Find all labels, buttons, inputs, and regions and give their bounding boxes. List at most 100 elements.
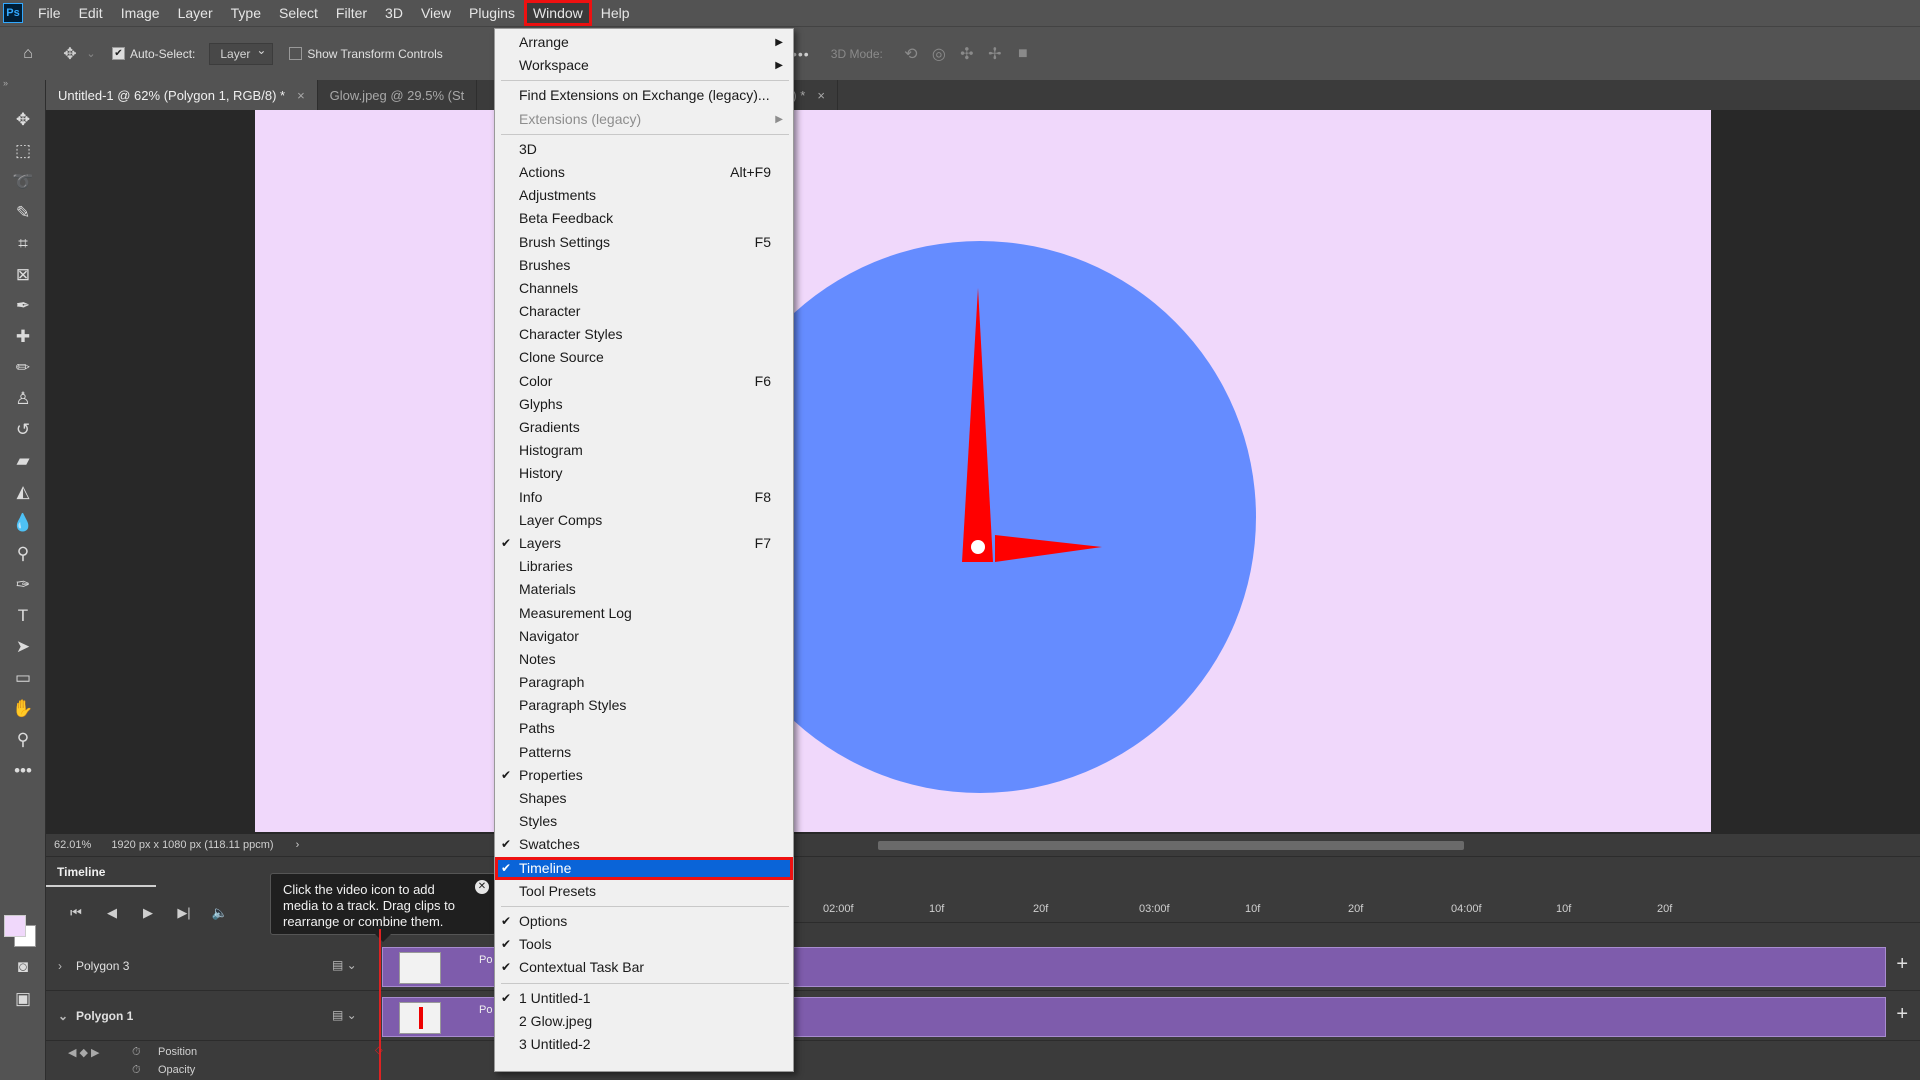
film-strip-icon[interactable]: ▤ ⌄ xyxy=(332,1008,357,1022)
playhead[interactable] xyxy=(379,929,381,1080)
menu-item-navigator[interactable]: Navigator xyxy=(495,625,793,648)
menu-file[interactable]: File xyxy=(29,0,70,26)
menu-item-3d[interactable]: 3D xyxy=(495,138,793,161)
canvas-area[interactable] xyxy=(46,110,1920,834)
stopwatch-icon[interactable]: ⏱ xyxy=(132,1064,141,1077)
menu-item-properties[interactable]: ✔ Properties xyxy=(495,764,793,787)
type-icon[interactable]: T xyxy=(5,601,41,631)
menu-item-paragraph[interactable]: Paragraph xyxy=(495,671,793,694)
menu-item-extensions-legacy[interactable]: Extensions (legacy) ▶ xyxy=(495,108,793,131)
timeline-tab[interactable]: Timeline xyxy=(46,857,156,887)
menu-type[interactable]: Type xyxy=(222,0,270,26)
foreground-color-swatch[interactable] xyxy=(4,915,26,937)
history-brush-icon[interactable]: ↺ xyxy=(5,415,41,445)
horizontal-scrollbar[interactable] xyxy=(878,841,1464,850)
menu-item-3-untitled-2[interactable]: 3 Untitled-2 xyxy=(495,1033,793,1056)
3d-drag-icon[interactable]: ✣ xyxy=(953,40,981,68)
chevron-down-icon[interactable]: ⌄ xyxy=(84,40,98,68)
zoom-icon[interactable]: ⚲ xyxy=(5,725,41,755)
close-icon[interactable]: ✕ xyxy=(475,880,489,894)
marquee-icon[interactable]: ⬚ xyxy=(5,136,41,166)
chevron-down-icon[interactable]: ⌄ xyxy=(58,1009,76,1023)
menu-item-clone-source[interactable]: Clone Source xyxy=(495,346,793,369)
stamp-icon[interactable]: ♙ xyxy=(5,384,41,414)
quick-select-icon[interactable]: ✎ xyxy=(5,198,41,228)
menu-item-timeline[interactable]: ✔ Timeline xyxy=(495,856,793,880)
blur-icon[interactable]: 💧 xyxy=(5,508,41,538)
menu-item-options[interactable]: ✔ Options xyxy=(495,910,793,933)
menu-item-2-glow-jpeg[interactable]: 2 Glow.jpeg xyxy=(495,1010,793,1033)
menu-item-layers[interactable]: ✔ Layers F7 xyxy=(495,532,793,555)
3d-camera-icon[interactable]: ■ xyxy=(1009,40,1037,68)
document-tab[interactable]: Untitled-1 @ 62% (Polygon 1, RGB/8) * × xyxy=(46,80,318,110)
menu-image[interactable]: Image xyxy=(112,0,169,26)
menu-item-tools[interactable]: ✔ Tools xyxy=(495,933,793,956)
menu-item-styles[interactable]: Styles xyxy=(495,810,793,833)
3d-orbit-icon[interactable]: ⟲ xyxy=(897,40,925,68)
menu-item-histogram[interactable]: Histogram xyxy=(495,439,793,462)
move-icon[interactable]: ✥ xyxy=(5,105,41,135)
menu-item-character-styles[interactable]: Character Styles xyxy=(495,323,793,346)
paint-bucket-icon[interactable]: ◭ xyxy=(5,477,41,507)
film-strip-icon[interactable]: ▤ ⌄ xyxy=(332,958,357,972)
menu-item-arrange[interactable]: Arrange ▶ xyxy=(495,31,793,54)
menu-item-1-untitled-1[interactable]: ✔ 1 Untitled-1 xyxy=(495,987,793,1010)
menu-item-glyphs[interactable]: Glyphs xyxy=(495,393,793,416)
rectangle-icon[interactable]: ▭ xyxy=(5,663,41,693)
crop-icon[interactable]: ⌗ xyxy=(5,229,41,259)
menu-item-color[interactable]: Color F6 xyxy=(495,370,793,393)
auto-select-option[interactable]: ✔ Auto-Select: xyxy=(112,47,195,61)
chevron-right-icon[interactable]: › xyxy=(58,959,76,973)
menu-item-workspace[interactable]: Workspace ▶ xyxy=(495,54,793,77)
menu-item-history[interactable]: History xyxy=(495,462,793,485)
document-tab[interactable]: Glow.jpeg @ 29.5% (St xyxy=(317,80,478,110)
menu-item-channels[interactable]: Channels xyxy=(495,277,793,300)
healing-brush-icon[interactable]: ✚ xyxy=(5,322,41,352)
close-icon[interactable]: × xyxy=(817,88,825,103)
menu-item-gradients[interactable]: Gradients xyxy=(495,416,793,439)
menu-item-info[interactable]: Info F8 xyxy=(495,486,793,509)
menu-item-measurement-log[interactable]: Measurement Log xyxy=(495,602,793,625)
menu-layer[interactable]: Layer xyxy=(169,0,222,26)
home-icon[interactable]: ⌂ xyxy=(14,40,42,68)
next-frame-icon[interactable]: ▶| xyxy=(166,905,202,921)
show-transform-option[interactable]: Show Transform Controls xyxy=(289,47,443,61)
menu-item-patterns[interactable]: Patterns xyxy=(495,741,793,764)
menu-item-paragraph-styles[interactable]: Paragraph Styles xyxy=(495,694,793,717)
frame-icon[interactable]: ⊠ xyxy=(5,260,41,290)
artboard[interactable] xyxy=(255,110,1711,832)
menu-item-character[interactable]: Character xyxy=(495,300,793,323)
3d-slide-icon[interactable]: ✢ xyxy=(981,40,1009,68)
prev-frame-icon[interactable]: ◀ xyxy=(94,905,130,921)
menu-item-paths[interactable]: Paths xyxy=(495,717,793,740)
menu-plugins[interactable]: Plugins xyxy=(460,0,524,26)
menu-item-beta-feedback[interactable]: Beta Feedback xyxy=(495,207,793,230)
close-icon[interactable]: × xyxy=(297,88,305,103)
eraser-icon[interactable]: ▰ xyxy=(5,446,41,476)
show-transform-checkbox[interactable] xyxy=(289,47,303,60)
lasso-icon[interactable]: ➰ xyxy=(5,167,41,197)
menu-item-actions[interactable]: Actions Alt+F9 xyxy=(495,161,793,184)
audio-icon[interactable]: 🔈 xyxy=(202,905,238,921)
menu-edit[interactable]: Edit xyxy=(70,0,112,26)
menu-help[interactable]: Help xyxy=(592,0,639,26)
more-tools-icon[interactable]: ••• xyxy=(5,756,41,786)
menu-item-swatches[interactable]: ✔ Swatches xyxy=(495,833,793,856)
brush-icon[interactable]: ✏ xyxy=(5,353,41,383)
path-select-icon[interactable]: ➤ xyxy=(5,632,41,662)
3d-roll-icon[interactable]: ◎ xyxy=(925,40,953,68)
auto-select-target-dropdown[interactable]: Layer xyxy=(209,42,274,65)
menu-3d[interactable]: 3D xyxy=(376,0,412,26)
move-tool-icon[interactable]: ✥ xyxy=(56,40,84,68)
keyframe-nav-icon[interactable]: ◀ ◆ ▶ xyxy=(68,1046,100,1059)
menu-item-notes[interactable]: Notes xyxy=(495,648,793,671)
hand-icon[interactable]: ✋ xyxy=(5,694,41,724)
eyedropper-icon[interactable]: ✒ xyxy=(5,291,41,321)
stopwatch-icon[interactable]: ⏱ xyxy=(132,1046,141,1059)
menu-filter[interactable]: Filter xyxy=(327,0,376,26)
play-icon[interactable]: ▶ xyxy=(130,905,166,921)
track-name[interactable]: ⌄ Polygon 1 xyxy=(58,1009,133,1023)
menu-item-materials[interactable]: Materials xyxy=(495,578,793,601)
menu-item-shapes[interactable]: Shapes xyxy=(495,787,793,810)
menu-view[interactable]: View xyxy=(412,0,460,26)
